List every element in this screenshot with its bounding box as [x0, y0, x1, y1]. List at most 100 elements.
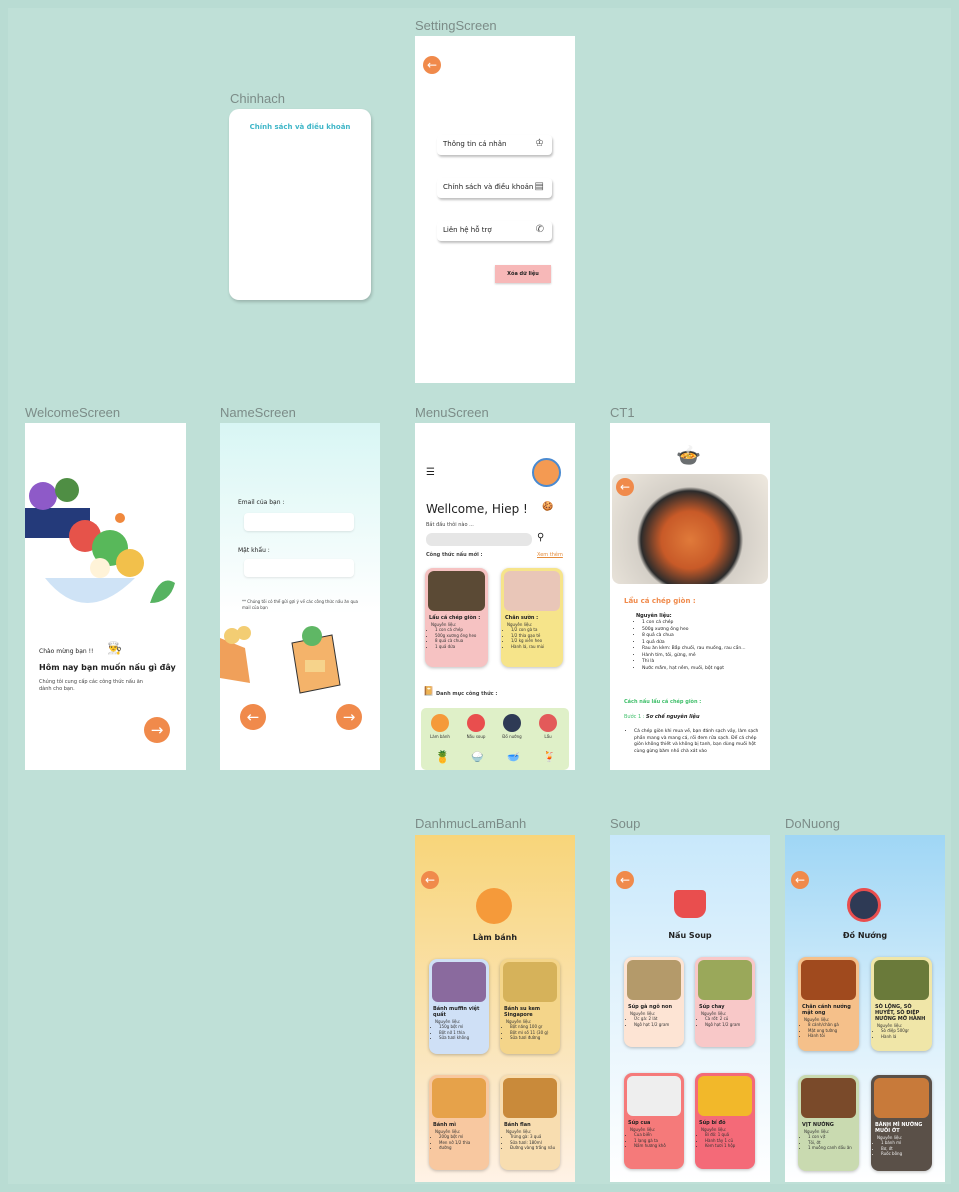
- recipe-image: [428, 571, 485, 611]
- back-button[interactable]: ←: [791, 871, 809, 889]
- frame-label-soup: Soup: [610, 816, 641, 831]
- recipe-card-muffin[interactable]: Bánh muffin việt quất Nguyên liệu: 150g …: [429, 959, 489, 1054]
- recipe-title: Chân sườn :: [505, 615, 539, 621]
- hotpot-icon: [539, 714, 557, 732]
- back-button[interactable]: ←: [616, 478, 634, 496]
- recipe-card-lau-ca[interactable]: Lẩu cá chép giòn : Nguyên liệu: 1 con cá…: [425, 568, 488, 667]
- bowl-icon[interactable]: 🥣: [507, 752, 519, 763]
- recipe-image: [874, 1078, 929, 1118]
- frame-label-donuong: DoNuong: [785, 816, 840, 831]
- next-button[interactable]: →: [336, 704, 362, 730]
- delete-data-button[interactable]: Xóa dữ liệu: [495, 265, 551, 283]
- recipe-image: [627, 960, 681, 1000]
- recipe-image: [627, 1076, 681, 1116]
- see-more-link[interactable]: Xem thêm: [537, 552, 563, 559]
- category-icon: 📔: [423, 687, 435, 697]
- menu-icon[interactable]: ☰: [426, 467, 435, 478]
- search-input[interactable]: [426, 533, 532, 546]
- phone-icon: ✆: [535, 224, 544, 235]
- rice-icon[interactable]: 🍚: [471, 752, 483, 763]
- grill-icon: [847, 888, 881, 922]
- grocery-illustration: [220, 626, 341, 694]
- policy-title: Chính sách và điều khoản: [249, 123, 351, 131]
- welcome-greeting: Chào mừng bạn !!: [39, 648, 94, 655]
- drink-icon[interactable]: 🍹: [543, 752, 555, 763]
- frame-label-menu: MenuScreen: [415, 405, 489, 420]
- ingredients-list: 1 con cá chép500g xương ống heo8 quả cà …: [642, 620, 760, 672]
- search-hint: Bắt đầu thôi nào ...: [426, 522, 474, 528]
- recipe-ingredients: 1/2 con gà ta1/2 thìa gạo tẻ1/2 kg xiên …: [501, 627, 563, 649]
- category-lau[interactable]: Lẩu: [535, 714, 561, 739]
- recipe-card-canh-nuong[interactable]: Chân cánh nướng mật ong Nguyên liệu: 8 c…: [798, 957, 859, 1051]
- category-title: Đồ Nướng: [842, 931, 888, 940]
- category-lam-banh[interactable]: Làm bánh: [427, 714, 453, 739]
- policy-label: Chính sách và điều khoản: [443, 183, 534, 191]
- category-do-nuong[interactable]: Đồ nướng: [499, 714, 525, 739]
- recipe-image: [801, 960, 856, 1000]
- step-1: Bước 1 : Sơ chế nguyên liệu: [624, 714, 700, 720]
- menu-frame: ☰ Wellcome, Hiep ! 🍪 Bắt đầu thôi nào ..…: [415, 423, 575, 770]
- email-note: ** Chúng tôi có thể gửi gợi ý về các côn…: [242, 599, 358, 610]
- recipe-card-banh-mi-nuong[interactable]: BÁNH MÌ NƯỚNG MUỐI ỚT Nguyên liệu: 1 bán…: [871, 1075, 932, 1171]
- name-frame: Email của bạn : Mật khẩu : ** Chúng tôi …: [220, 423, 380, 770]
- ingredients-label: Nguyên liệu:: [636, 613, 672, 619]
- password-label: Mật khẩu :: [238, 547, 270, 554]
- method-heading: Cách nấu lẩu cá chép giòn :: [624, 699, 702, 705]
- recipe-ingredients: 1 con cá chép500g xương ống heo8 quả cà …: [425, 627, 488, 649]
- ct1-frame: 🍲 ← Lẩu cá chép giòn : Nguyên liệu: 1 co…: [610, 423, 770, 770]
- back-button[interactable]: ←: [616, 871, 634, 889]
- category-nau-soup[interactable]: Nấu soup: [463, 714, 489, 739]
- frame-label-welcome: WelcomeScreen: [25, 405, 121, 420]
- recipe-card-flan[interactable]: Bánh flan Nguyên liệu: Trứng gà: 3 quảSữ…: [500, 1075, 560, 1170]
- back-button[interactable]: ←: [240, 704, 266, 730]
- recipe-title: Lẩu cá chép giòn :: [624, 597, 696, 605]
- recipe-image: [801, 1078, 856, 1118]
- support-label: Liên hệ hỗ trợ: [443, 226, 492, 234]
- recipe-card-vit-nuong[interactable]: VỊT NƯỚNG Nguyên liệu: 1 con vịtTỏi, ớt1…: [798, 1075, 859, 1171]
- new-recipes-heading: Công thức nấu mới :: [426, 552, 483, 558]
- recipe-title: Lẩu cá chép giòn :: [429, 615, 481, 621]
- support-button[interactable]: Liên hệ hỗ trợ ✆: [437, 221, 552, 241]
- search-icon[interactable]: ⚲: [537, 532, 544, 543]
- recipe-card-sup-bi-do[interactable]: Súp bí đỏ Nguyên liệu: Bí đỏ: 1 quảHành …: [695, 1073, 755, 1169]
- chinhach-frame: Chính sách và điều khoản: [229, 109, 371, 300]
- soup-pot-icon: [467, 714, 485, 732]
- recipe-card-so-nuong[interactable]: SÒ LÔNG, SÒ HUYẾT, SÒ ĐIỆP NƯỚNG MỠ HÀNH…: [871, 957, 932, 1051]
- personal-info-button[interactable]: Thông tin cá nhân ♔: [437, 135, 552, 155]
- chef-icon: 👨‍🍳: [107, 641, 122, 655]
- category-heading: Danh mục công thức :: [436, 691, 498, 697]
- recipe-card-chan-suon[interactable]: Chân sườn : Nguyên liệu: 1/2 con gà ta1/…: [501, 568, 563, 667]
- next-button[interactable]: →: [144, 717, 170, 743]
- pineapple-icon[interactable]: 🍍: [435, 750, 450, 764]
- step-1-detail: Cá chép giòn khi mua về, bạn đánh sạch v…: [634, 729, 759, 755]
- email-label: Email của bạn :: [238, 499, 285, 506]
- category-title: Nấu Soup: [668, 931, 712, 940]
- soup-frame: ← Nấu Soup Súp gà ngô non Nguyên liệu: Ứ…: [610, 835, 770, 1182]
- salad-bowl-illustration: [25, 478, 175, 603]
- policy-button[interactable]: Chính sách và điều khoản ▤: [437, 178, 552, 198]
- recipe-card-sup-cua[interactable]: Súp cua Nguyên liệu: Cua biển1 lạng gà t…: [624, 1073, 684, 1169]
- recipe-image: [503, 1078, 557, 1118]
- recipe-card-banh-mi[interactable]: Bánh mì Nguyên liệu: 200g bột mìMen nở 1…: [429, 1075, 489, 1170]
- recipe-hero-image: [612, 474, 768, 584]
- category-title: Làm bánh: [472, 933, 518, 942]
- welcome-heading: Wellcome, Hiep !: [426, 502, 528, 516]
- recipe-image: [503, 962, 557, 1002]
- recipe-image: [698, 1076, 752, 1116]
- recipe-image: [874, 960, 929, 1000]
- donuong-frame: ← Đồ Nướng Chân cánh nướng mật ong Nguyê…: [785, 835, 945, 1182]
- recipe-card-su-kem[interactable]: Bánh su kem Singapore Nguyên liệu: Bột n…: [500, 959, 560, 1054]
- wave-icon: 🍪: [542, 502, 554, 512]
- back-button[interactable]: ←: [421, 871, 439, 889]
- welcome-frame: Chào mừng bạn !! 👨‍🍳 Hôm nay bạn muốn nấ…: [25, 423, 186, 770]
- recipe-card-sup-ga[interactable]: Súp gà ngô non Nguyên liệu: Ức gà: 2 lát…: [624, 957, 684, 1047]
- lambanh-frame: ← Làm bánh Bánh muffin việt quất Nguyên …: [415, 835, 575, 1182]
- document-icon: ▤: [534, 181, 544, 192]
- password-input[interactable]: [244, 559, 354, 577]
- email-input[interactable]: [244, 513, 354, 531]
- frame-label-lambanh: DanhmucLamBanh: [415, 816, 527, 831]
- recipe-image: [504, 571, 560, 611]
- avatar[interactable]: [532, 458, 561, 487]
- back-button[interactable]: ←: [423, 56, 441, 74]
- recipe-card-sup-chay[interactable]: Súp chay Nguyên liệu: Cà rốt: 2 củNgô hạ…: [695, 957, 755, 1047]
